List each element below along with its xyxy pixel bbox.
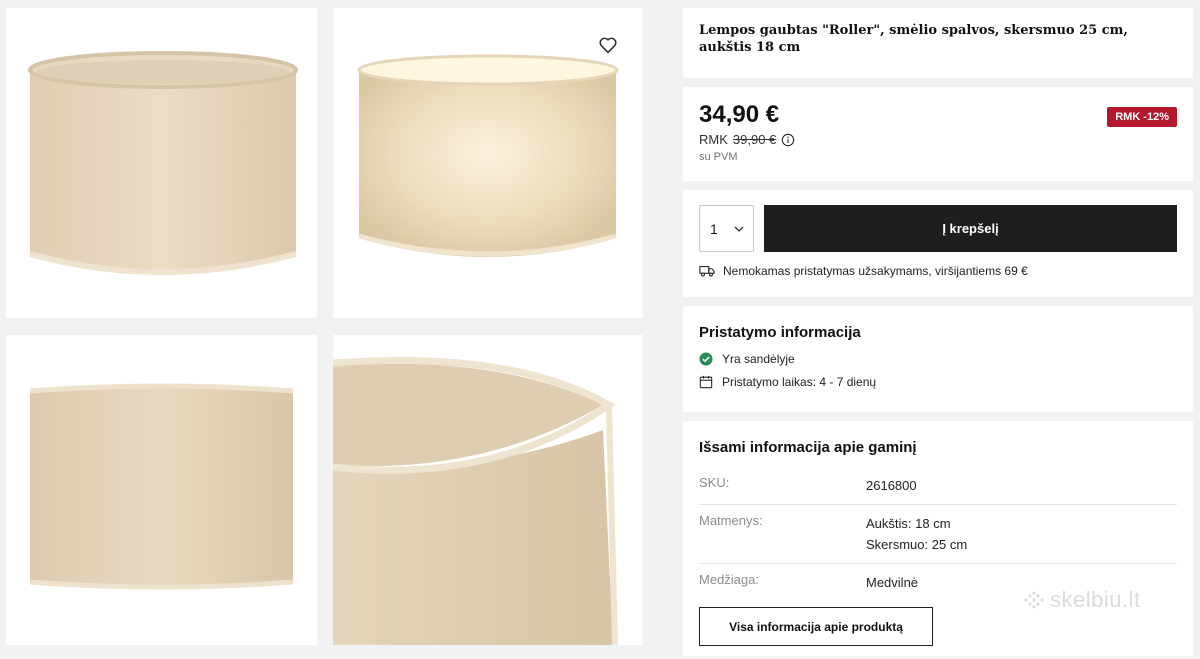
spec-value: Medvilnė — [866, 572, 918, 593]
check-circle-icon — [699, 352, 713, 366]
product-title: Lempos gaubtas "Roller", smėlio spalvos,… — [699, 23, 1128, 55]
shipping-text: Nemokamas pristatymas užsakymams, viršij… — [723, 264, 1028, 278]
truck-icon — [699, 266, 715, 277]
free-shipping-info: Nemokamas pristatymas užsakymams, viršij… — [699, 264, 1177, 278]
lampshade-closeup-image — [333, 357, 618, 645]
details-title: Išsami informacija apie gaminį — [699, 439, 917, 456]
spec-value-line: Skersmuo: 25 cm — [866, 537, 968, 552]
delivery-title: Pristatymo informacija — [699, 324, 861, 341]
vat-label: su PVM — [699, 151, 738, 163]
discount-badge: RMK -12% — [1107, 107, 1177, 127]
delivery-time-text: Pristatymo laikas: 4 - 7 dienų — [722, 375, 877, 389]
spec-key: Matmenys: — [699, 513, 763, 528]
favorite-button[interactable] — [597, 34, 619, 56]
chevron-down-icon — [734, 226, 744, 232]
spec-row-sku: SKU: 2616800 — [699, 467, 1177, 505]
cart-row: 1 Į krepšelį — [699, 205, 1177, 252]
old-price-row: RMK 39,90 € — [699, 132, 1177, 147]
spec-table: SKU: 2616800 Matmenys: Aukštis: 18 cm Sk… — [699, 467, 1177, 601]
spec-key: Medžiaga: — [699, 572, 759, 587]
spec-row-material: Medžiaga: Medvilnė — [699, 564, 1177, 601]
old-price: 39,90 € — [732, 132, 777, 147]
spec-row-dimensions: Matmenys: Aukštis: 18 cm Skersmuo: 25 cm — [699, 505, 1177, 564]
spec-value: Aukštis: 18 cm Skersmuo: 25 cm — [866, 513, 967, 555]
product-details-card: Išsami informacija apie gaminį SKU: 2616… — [683, 421, 1193, 656]
rmk-label: RMK — [699, 132, 728, 147]
info-icon[interactable] — [781, 133, 795, 147]
product-image-2[interactable] — [333, 8, 643, 318]
delivery-time: Pristatymo laikas: 4 - 7 dienų — [699, 375, 1177, 389]
cart-card: 1 Į krepšelį Nemokamas pristatymas užsak… — [683, 190, 1193, 297]
product-image-3[interactable] — [6, 335, 317, 645]
price-card: 34,90 € RMK 39,90 € su PVM RMK -12% — [683, 87, 1193, 181]
product-title-card: Lempos gaubtas "Roller", smėlio spalvos,… — [683, 8, 1193, 78]
heart-icon — [599, 37, 617, 54]
spec-value: 2616800 — [866, 475, 917, 496]
spec-value-line: Aukštis: 18 cm — [866, 516, 951, 531]
delivery-info-card: Pristatymo informacija Yra sandėlyje Pri… — [683, 306, 1193, 412]
add-to-cart-button[interactable]: Į krepšelį — [764, 205, 1177, 252]
spec-key: SKU: — [699, 475, 730, 490]
quantity-value: 1 — [710, 220, 718, 237]
lampshade-side-image — [29, 383, 294, 590]
stock-status: Yra sandėlyje — [699, 352, 1177, 366]
full-info-button[interactable]: Visa informacija apie produktą — [699, 607, 933, 646]
spec-value-line: 2616800 — [866, 478, 917, 493]
current-price: 34,90 € — [699, 101, 780, 128]
product-image-4[interactable] — [333, 335, 643, 645]
quantity-select[interactable]: 1 — [699, 205, 754, 252]
calendar-icon — [699, 375, 713, 389]
stock-text: Yra sandėlyje — [722, 352, 795, 366]
lampshade-image — [28, 51, 298, 275]
product-image-1[interactable] — [6, 8, 317, 318]
spec-value-line: Medvilnė — [866, 575, 919, 590]
